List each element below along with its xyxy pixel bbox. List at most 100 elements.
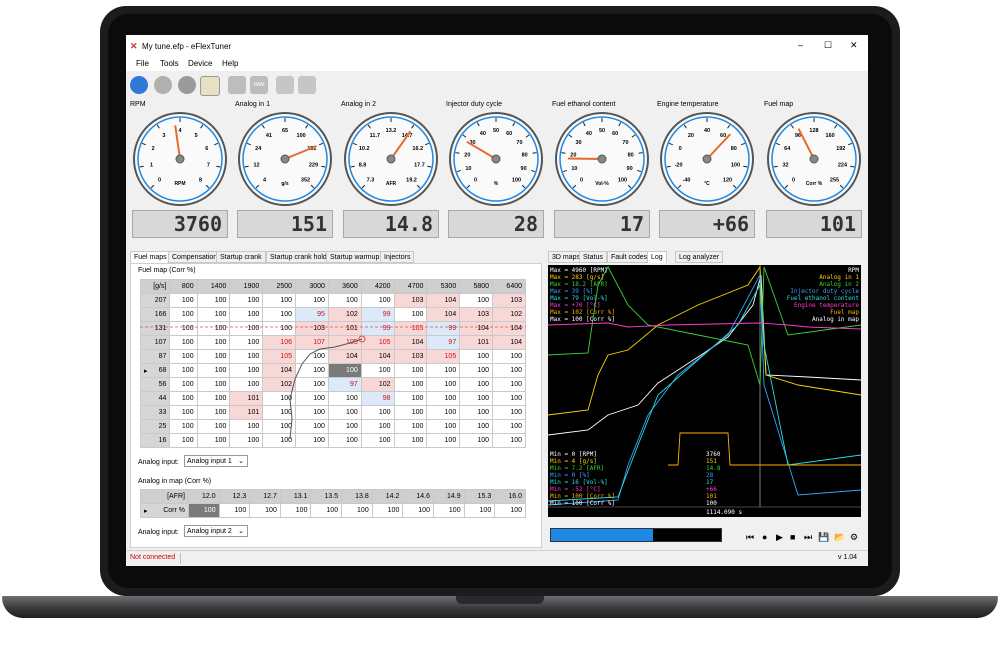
table-cell[interactable]: 100 [262,405,297,420]
table-cell[interactable]: 102 [262,377,297,392]
table-cell[interactable]: 100 [295,433,329,448]
table-cell[interactable]: 100 [360,405,395,420]
table-cell[interactable]: 104 [262,363,297,378]
table-cell[interactable]: 100 [426,405,461,420]
close-button[interactable]: ✕ [850,40,858,51]
table-cell[interactable]: 100 [426,433,461,448]
table-cell[interactable]: 100 [169,363,198,378]
tab-startup-crank[interactable]: Startup crank [216,251,266,263]
log-progress-track[interactable] [550,528,722,542]
table-cell[interactable]: 106 [262,335,297,350]
table-cell[interactable]: 100 [492,363,526,378]
table-cell[interactable]: 100 [196,349,231,364]
table-cell[interactable]: 105 [262,349,297,364]
table-cell[interactable]: 100 [426,419,461,434]
table-cell[interactable]: 105 [426,349,461,364]
table-cell[interactable]: 101 [327,321,362,336]
load-flash-icon[interactable] [298,76,316,94]
table-cell[interactable]: 100 [295,363,329,378]
table-cell[interactable]: 100 [295,377,329,392]
save-flash-icon[interactable] [276,76,294,94]
table-cell[interactable]: 100 [196,321,231,336]
table-cell[interactable]: 100 [262,307,297,322]
table-cell[interactable]: 100 [169,377,198,392]
table-cell[interactable]: 97 [327,377,362,392]
table-cell[interactable]: 100 [459,405,494,420]
table-cell[interactable]: 100 [327,419,362,434]
table-cell[interactable]: 100 [196,307,231,322]
table-cell[interactable]: 100 [218,503,251,518]
table-cell[interactable]: 100 [196,377,231,392]
table-cell[interactable]: 100 [295,391,329,406]
table-cell[interactable]: 100 [196,293,231,308]
table-cell[interactable]: 100 [459,349,494,364]
table-cell[interactable]: 100 [262,391,297,406]
analog-input-1-select[interactable]: Analog input 1 ⌄ [184,455,248,467]
table-cell[interactable]: 100 [360,363,395,378]
table-cell[interactable]: 100 [169,293,198,308]
table-cell[interactable]: 100 [229,307,264,322]
table-cell[interactable]: 100 [492,419,526,434]
table-cell[interactable]: 100 [295,405,329,420]
tab-fuel-maps[interactable]: Fuel maps [130,251,171,263]
table-cell[interactable]: 104 [327,349,362,364]
table-cell[interactable]: 100 [169,433,198,448]
table-cell[interactable]: 100 [249,503,281,518]
record-icon[interactable]: ● [762,532,767,542]
table-cell[interactable]: 105 [327,335,362,350]
table-cell[interactable]: 104 [492,321,526,336]
skip-back-icon[interactable]: ⏮ [746,532,754,543]
table-cell[interactable]: 100 [393,307,428,322]
chart-icon[interactable] [200,76,220,96]
table-cell[interactable]: 100 [426,363,461,378]
table-cell[interactable]: 100 [360,293,395,308]
tab-status[interactable]: Status [579,251,607,263]
menu-file[interactable]: File [136,59,149,68]
table-cell[interactable]: 100 [426,377,461,392]
table-cell[interactable]: 100 [463,503,496,518]
table-cell[interactable]: 104 [492,335,526,350]
table-cell[interactable]: 102 [327,307,362,322]
table-cell[interactable]: 100 [459,377,494,392]
table-cell[interactable]: 100 [169,391,198,406]
table-cell[interactable]: 103 [393,349,428,364]
table-cell[interactable]: 100 [393,419,428,434]
table-cell[interactable]: 102 [360,377,395,392]
table-cell[interactable]: 100 [459,363,494,378]
table-cell[interactable]: 95 [295,307,329,322]
table-cell[interactable]: 100 [229,433,264,448]
connect-icon[interactable] [130,76,148,94]
table-cell[interactable]: 100 [229,335,264,350]
table-cell[interactable]: 100 [262,433,297,448]
tab-log[interactable]: Log [647,251,667,263]
tab-startup-crank-hold[interactable]: Startup crank hold [266,251,331,263]
table-cell[interactable]: 100 [169,335,198,350]
table-cell[interactable]: 100 [262,293,297,308]
table-cell[interactable]: 100 [229,293,264,308]
table-cell[interactable]: 103 [393,293,428,308]
analog-input-2-select[interactable]: Analog input 2 ⌄ [184,525,248,537]
minimize-button[interactable]: – [798,40,803,50]
settings-icon[interactable] [178,76,196,94]
table-cell[interactable]: 100 [402,503,434,518]
menu-help[interactable]: Help [222,59,238,68]
table-cell[interactable]: 105 [393,321,428,336]
table-cell[interactable]: 100 [492,405,526,420]
table-cell[interactable]: 100 [295,419,329,434]
menu-tools[interactable]: Tools [160,59,179,68]
table-cell[interactable]: 103 [492,293,526,308]
skip-forward-icon[interactable]: ⏭ [804,532,812,543]
table-cell[interactable]: 101 [229,391,264,406]
table-cell[interactable]: 100 [169,321,198,336]
table-cell[interactable]: 100 [327,391,362,406]
table-cell[interactable]: 100 [169,349,198,364]
table-cell[interactable]: 100 [169,307,198,322]
table-cell[interactable]: 100 [262,321,297,336]
table-cell[interactable]: 100 [229,419,264,434]
table-cell[interactable]: 100 [360,433,395,448]
table-cell[interactable]: 103 [295,321,329,336]
table-cell[interactable]: 100 [393,363,428,378]
table-cell[interactable]: 100 [459,419,494,434]
table-cell[interactable]: 100 [279,503,312,518]
log-chart[interactable]: Max = 4960 [RPM] Max = 283 [g/s] Max = 18.… [548,265,861,517]
